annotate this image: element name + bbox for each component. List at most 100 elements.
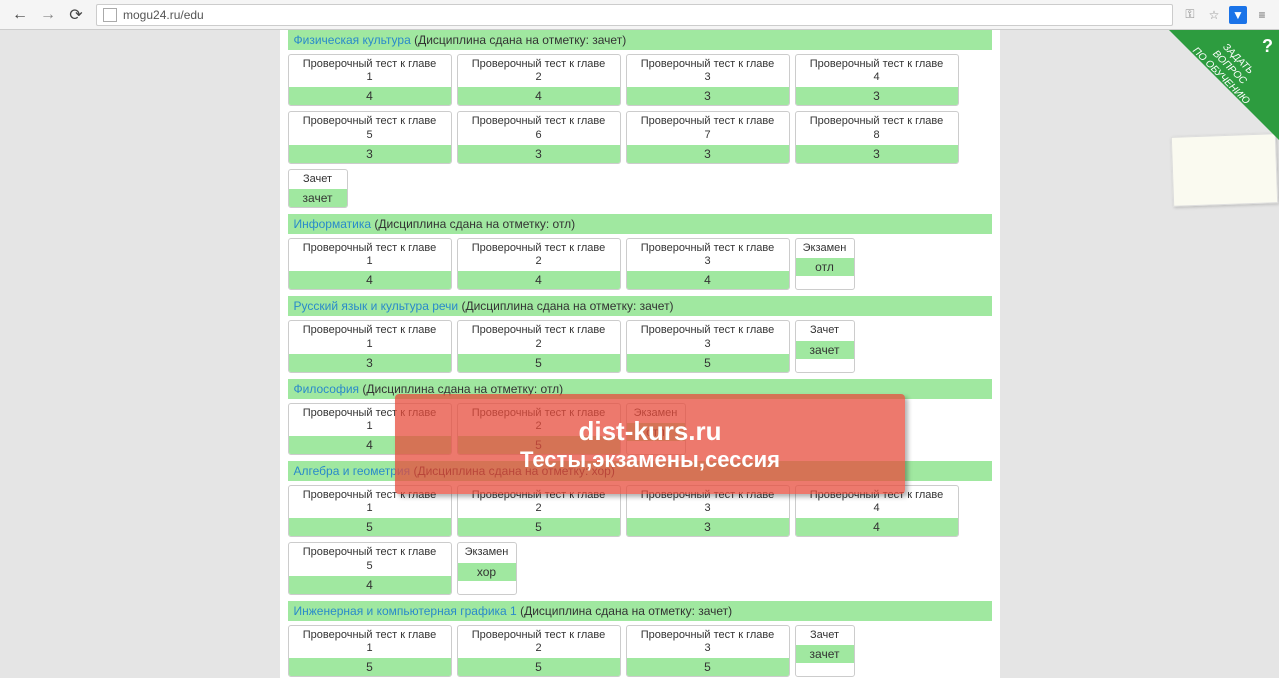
discipline-link[interactable]: Русский язык и культура речи (294, 299, 459, 313)
reload-button[interactable]: ⟳ (64, 3, 88, 27)
test-card[interactable]: Проверочный тест к главе15 (288, 485, 452, 537)
test-card[interactable]: Проверочный тест к главе14 (288, 403, 452, 455)
card-grade: 5 (289, 658, 451, 676)
test-card[interactable]: Проверочный тест к главе24 (457, 54, 621, 106)
discipline-link[interactable]: Информатика (294, 217, 372, 231)
address-bar[interactable]: mogu24.ru/edu (96, 4, 1173, 26)
test-card[interactable]: Проверочный тест к главе73 (626, 111, 790, 163)
card-title: Проверочный тест к главе1 (289, 486, 451, 518)
discipline-link[interactable]: Инженерная и компьютерная графика 1 (294, 604, 517, 618)
test-card[interactable]: Проверочный тест к главе15 (288, 625, 452, 677)
card-grade: 5 (458, 354, 620, 372)
card-title: Проверочный тест к главе3 (627, 55, 789, 87)
card-row: Проверочный тест к главе14Проверочный те… (288, 403, 992, 455)
discipline-status: (Дисциплина сдана на отметку: отл) (371, 217, 575, 231)
card-grade: 4 (796, 518, 958, 536)
card-grade: 5 (458, 518, 620, 536)
card-grade: 4 (458, 87, 620, 105)
test-card[interactable]: Проверочный тест к главе63 (457, 111, 621, 163)
viewport: Физическая культура (Дисциплина сдана на… (0, 30, 1279, 678)
card-title: Экзамен (458, 543, 516, 562)
card-grade: 5 (289, 518, 451, 536)
card-grade: 4 (289, 271, 451, 289)
discipline-link[interactable]: Физическая культура (294, 33, 411, 47)
browser-toolbar: ← → ⟳ mogu24.ru/edu ⚿ ☆ ▼ ≡ (0, 0, 1279, 30)
test-card[interactable]: Проверочный тест к главе14 (288, 238, 452, 290)
card-grade: зачет (289, 189, 347, 207)
card-title: Проверочный тест к главе3 (627, 626, 789, 658)
discipline-status: (Дисциплина сдана на отметку: отл) (359, 382, 563, 396)
discipline-block: Инженерная и компьютерная графика 1 (Дис… (288, 601, 992, 677)
exam-card[interactable]: Экзаменотл (795, 238, 855, 290)
card-title: Проверочный тест к главе6 (458, 112, 620, 144)
card-title: Зачет (796, 626, 854, 645)
card-title: Зачет (796, 321, 854, 340)
test-card[interactable]: Проверочный тест к главе25 (457, 625, 621, 677)
test-card[interactable]: Проверочный тест к главе53 (288, 111, 452, 163)
back-button[interactable]: ← (8, 3, 32, 27)
test-card[interactable]: Проверочный тест к главе24 (457, 238, 621, 290)
test-card[interactable]: Проверочный тест к главе33 (626, 485, 790, 537)
test-card[interactable]: Проверочный тест к главе83 (795, 111, 959, 163)
forward-button[interactable]: → (36, 3, 60, 27)
discipline-block: Философия (Дисциплина сдана на отметку: … (288, 379, 992, 455)
exam-card[interactable]: Зачетзачет (795, 625, 855, 677)
card-title: Проверочный тест к главе2 (458, 321, 620, 353)
test-card[interactable]: Проверочный тест к главе25 (457, 485, 621, 537)
card-grade: 5 (458, 658, 620, 676)
card-row: Проверочный тест к главе15Проверочный те… (288, 625, 992, 677)
discipline-block: Информатика (Дисциплина сдана на отметку… (288, 214, 992, 290)
discipline-block: Русский язык и культура речи (Дисциплина… (288, 296, 992, 372)
card-title: Проверочный тест к главе1 (289, 55, 451, 87)
card-grade: 3 (796, 87, 958, 105)
page-icon (103, 8, 117, 22)
card-grade: 5 (458, 436, 620, 454)
card-grade: 3 (458, 145, 620, 163)
card-grade: 3 (289, 145, 451, 163)
exam-card[interactable]: Экзаменхор (457, 542, 517, 594)
card-grade: 5 (627, 658, 789, 676)
test-card[interactable]: Проверочный тест к главе33 (626, 54, 790, 106)
test-card[interactable]: Проверочный тест к главе35 (626, 625, 790, 677)
discipline-link[interactable]: Философия (294, 382, 360, 396)
url-text: mogu24.ru/edu (123, 8, 204, 22)
download-icon[interactable]: ▼ (1229, 6, 1247, 24)
test-card[interactable]: Проверочный тест к главе25 (457, 403, 621, 455)
test-card[interactable]: Проверочный тест к главе54 (288, 542, 452, 594)
menu-icon[interactable]: ≡ (1253, 6, 1271, 24)
help-ribbon[interactable]: ? ЗАДАТЬ ВОПРОС ПО ОБУЧЕНИЮ (1149, 30, 1279, 160)
exam-card[interactable]: Экзаменотл (626, 403, 686, 455)
test-card[interactable]: Проверочный тест к главе34 (626, 238, 790, 290)
discipline-header: Алгебра и геометрия (Дисциплина сдана на… (288, 461, 992, 481)
test-card[interactable]: Проверочный тест к главе25 (457, 320, 621, 372)
card-grade: 4 (627, 271, 789, 289)
card-grade: зачет (796, 341, 854, 359)
test-card[interactable]: Проверочный тест к главе14 (288, 54, 452, 106)
exam-card[interactable]: Зачетзачет (795, 320, 855, 372)
card-title: Проверочный тест к главе4 (796, 55, 958, 87)
key-icon[interactable]: ⚿ (1181, 6, 1199, 24)
discipline-block: Алгебра и геометрия (Дисциплина сдана на… (288, 461, 992, 595)
discipline-link[interactable]: Алгебра и геометрия (294, 464, 411, 478)
exam-card[interactable]: Зачетзачет (288, 169, 348, 208)
card-title: Проверочный тест к главе4 (796, 486, 958, 518)
star-icon[interactable]: ☆ (1205, 6, 1223, 24)
discipline-status: (Дисциплина сдана на отметку: зачет) (411, 33, 626, 47)
discipline-header: Инженерная и компьютерная графика 1 (Дис… (288, 601, 992, 621)
card-grade: 4 (289, 576, 451, 594)
discipline-status: (Дисциплина сдана на отметку: зачет) (458, 299, 673, 313)
discipline-header: Информатика (Дисциплина сдана на отметку… (288, 214, 992, 234)
test-card[interactable]: Проверочный тест к главе35 (626, 320, 790, 372)
card-title: Проверочный тест к главе1 (289, 626, 451, 658)
test-card[interactable]: Проверочный тест к главе43 (795, 54, 959, 106)
page-content: Физическая культура (Дисциплина сдана на… (280, 30, 1000, 678)
card-title: Проверочный тест к главе2 (458, 486, 620, 518)
test-card[interactable]: Проверочный тест к главе13 (288, 320, 452, 372)
card-grade: хор (458, 563, 516, 581)
test-card[interactable]: Проверочный тест к главе44 (795, 485, 959, 537)
discipline-header: Русский язык и культура речи (Дисциплина… (288, 296, 992, 316)
card-row: Проверочный тест к главе14Проверочный те… (288, 238, 992, 290)
card-grade: 4 (289, 436, 451, 454)
discipline-status: (Дисциплина сдана на отметку: хор) (410, 464, 615, 478)
card-title: Проверочный тест к главе1 (289, 404, 451, 436)
